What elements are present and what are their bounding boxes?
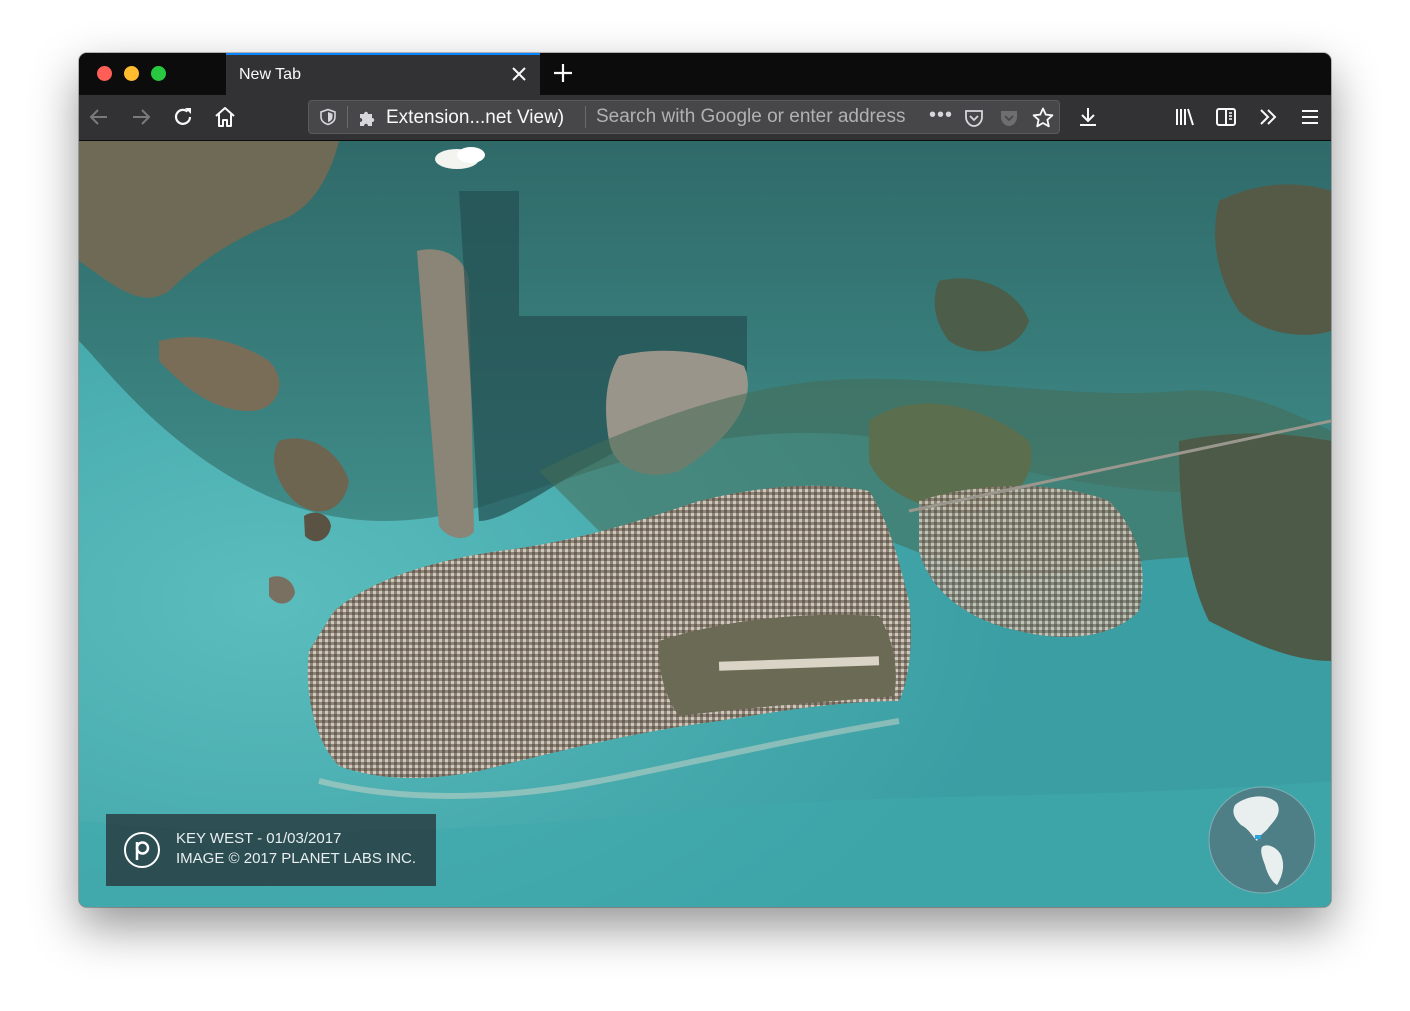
home-icon[interactable] bbox=[213, 105, 237, 129]
pocket-icon[interactable] bbox=[963, 107, 985, 129]
window-close-button[interactable] bbox=[97, 66, 112, 81]
window-minimize-button[interactable] bbox=[124, 66, 139, 81]
new-tab-page: KEY WEST - 01/03/2017 IMAGE © 2017 PLANE… bbox=[79, 141, 1331, 907]
reload-icon[interactable] bbox=[171, 105, 195, 129]
address-input[interactable] bbox=[596, 104, 932, 130]
plus-icon[interactable] bbox=[551, 61, 575, 85]
sidebar-icon[interactable] bbox=[1214, 105, 1238, 129]
chevron-double-right-icon[interactable] bbox=[1256, 105, 1280, 129]
globe-icon[interactable] bbox=[1207, 785, 1317, 895]
shield-icon[interactable] bbox=[319, 108, 337, 126]
image-attribution[interactable]: KEY WEST - 01/03/2017 IMAGE © 2017 PLANE… bbox=[106, 814, 436, 886]
planet-p-logo[interactable] bbox=[123, 831, 161, 869]
url-bar[interactable]: Extension...net View) ••• bbox=[308, 100, 1060, 134]
url-separator bbox=[585, 106, 586, 128]
attribution-copyright: IMAGE © 2017 PLANET LABS INC. bbox=[176, 850, 417, 867]
satellite-image bbox=[79, 141, 1331, 907]
extension-label: Extension...net View) bbox=[386, 107, 565, 128]
hamburger-menu-icon[interactable] bbox=[1298, 105, 1322, 129]
page-actions-button[interactable]: ••• bbox=[929, 104, 953, 127]
attribution-location-date: KEY WEST - 01/03/2017 bbox=[176, 830, 342, 847]
browser-window: New Tab Extension...net View) Search wit… bbox=[79, 53, 1331, 907]
tab-new-tab[interactable]: New Tab bbox=[226, 53, 540, 95]
back-arrow-icon[interactable] bbox=[87, 105, 111, 129]
window-maximize-button[interactable] bbox=[151, 66, 166, 81]
pocket-save-icon[interactable] bbox=[998, 107, 1020, 129]
forward-arrow-icon[interactable] bbox=[129, 105, 153, 129]
tab-title: New Tab bbox=[239, 66, 301, 83]
download-icon[interactable] bbox=[1076, 105, 1100, 129]
url-separator bbox=[347, 106, 348, 128]
navigation-toolbar: Extension...net View) ••• bbox=[79, 95, 1331, 141]
star-icon[interactable] bbox=[1031, 106, 1055, 130]
puzzle-piece-icon[interactable] bbox=[357, 107, 379, 129]
close-icon[interactable] bbox=[510, 65, 528, 83]
library-icon[interactable] bbox=[1173, 105, 1197, 129]
tab-strip: New Tab bbox=[79, 53, 1331, 95]
